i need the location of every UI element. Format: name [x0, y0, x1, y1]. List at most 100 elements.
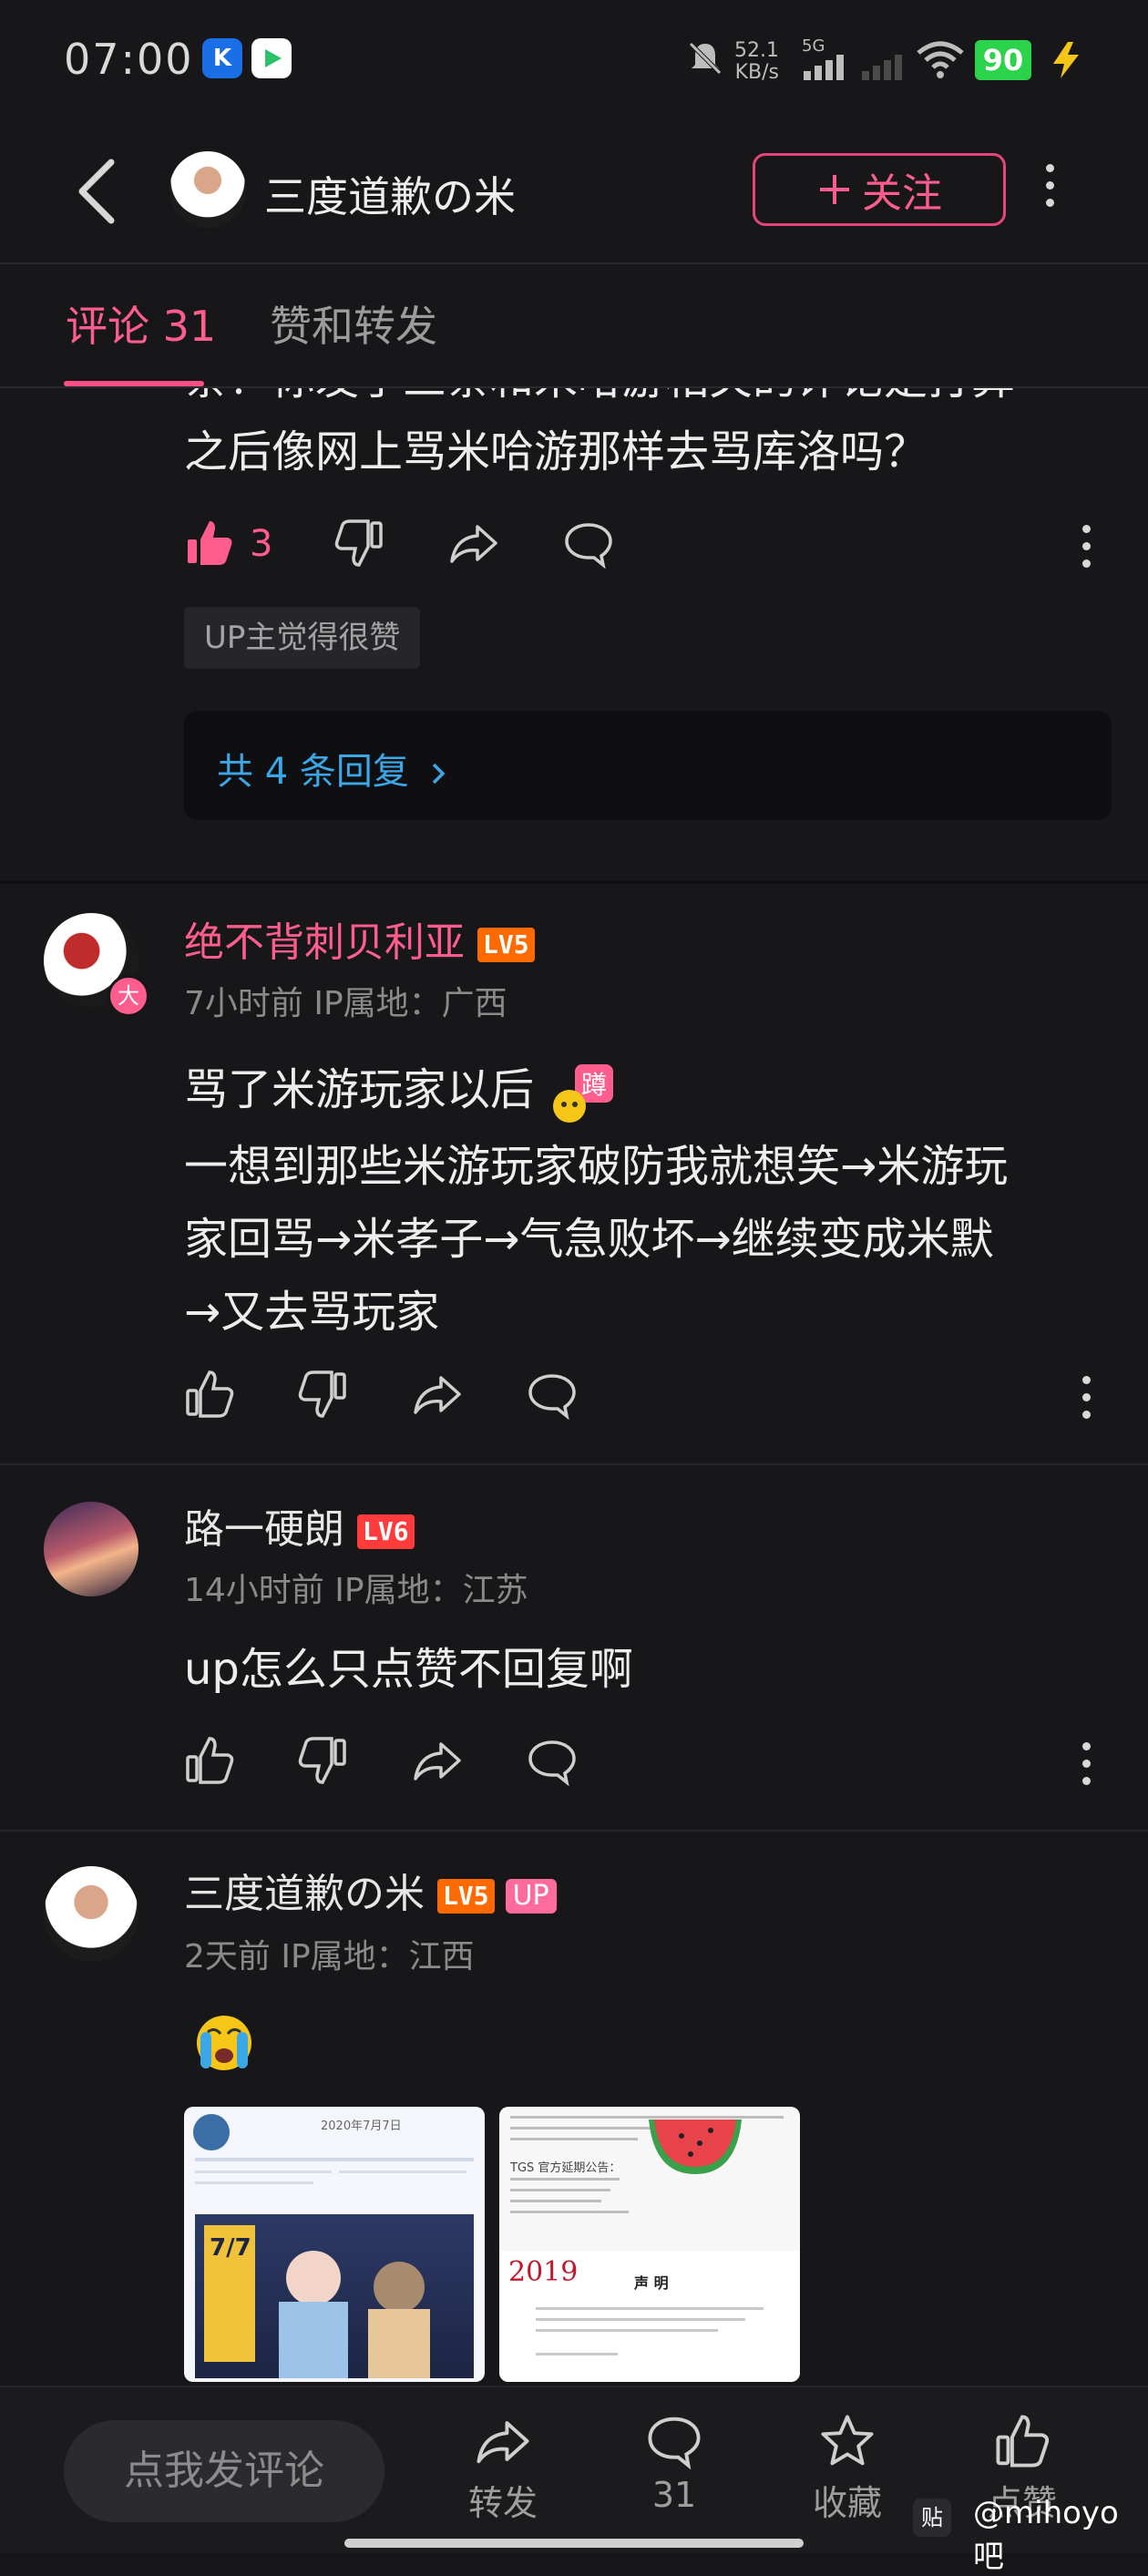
comment-bubble-icon — [648, 2417, 701, 2469]
k-app-icon: K — [202, 38, 242, 78]
up-liked-badge: UP主觉得很赞 — [184, 607, 421, 669]
tab-comments[interactable]: 评论 31 — [66, 293, 216, 354]
watermark: @mihoyo吧 — [973, 2495, 1119, 2575]
divider — [0, 1463, 1148, 1465]
image-line — [536, 2307, 764, 2310]
reply-bubble-icon[interactable] — [563, 518, 614, 569]
level-badge: LV6 — [357, 1514, 415, 1549]
home-indicator — [344, 2539, 804, 2548]
comment-input[interactable]: 点我发评论 — [64, 2420, 384, 2522]
image-character — [286, 2251, 341, 2305]
comment-text: up怎么只点赞不回复啊 — [184, 1644, 633, 1695]
image-line — [536, 2353, 618, 2355]
follow-button[interactable]: 关注 — [753, 153, 1006, 226]
sticker-emoji-icon: 蹲 — [553, 1064, 614, 1123]
watermelon-icon — [649, 2119, 742, 2174]
like-icon[interactable] — [184, 1735, 235, 1786]
crying-emoji-icon — [197, 2016, 251, 2070]
star-icon — [821, 2415, 874, 2466]
image-line — [195, 2181, 313, 2184]
image-line — [510, 2189, 610, 2191]
comment-meta: 7小时前 IP属地：广西 — [184, 985, 507, 1022]
share-icon[interactable] — [412, 1369, 463, 1420]
header-divider — [0, 262, 1148, 264]
dislike-icon[interactable] — [297, 1735, 348, 1786]
comment-text-line: 家回骂→米孝子→气急败坏→继续变成米默 — [184, 1214, 994, 1265]
status-bar: 07:00 K 52.1 KB/s 5G 90 — [0, 0, 1148, 118]
avatar-badge: 大 — [108, 975, 149, 1017]
net-speed: 52.1 KB/s — [734, 39, 779, 84]
collect-button[interactable]: 收藏 — [793, 2413, 902, 2525]
tab-likes-forwards[interactable]: 赞和转发 — [270, 293, 437, 354]
username[interactable]: 路一硬朗 LV6 — [184, 1496, 415, 1555]
back-arrow-icon[interactable] — [75, 157, 118, 226]
status-time: 07:00 — [64, 35, 194, 84]
image-line — [510, 2200, 601, 2202]
comment-image-1[interactable]: 2020年7月7日 7/7 — [184, 2107, 485, 2382]
comment-2-actions — [184, 1369, 1112, 1423]
tieba-logo-icon: 贴 — [913, 2499, 951, 2537]
username[interactable]: 三度道歉の米 LV5 UP — [184, 1861, 557, 1919]
image-line — [536, 2329, 718, 2332]
header-avatar[interactable] — [169, 151, 246, 228]
comment-3-actions — [184, 1735, 1112, 1790]
svg-text:蹲: 蹲 — [581, 1070, 607, 1100]
reply-bubble-icon[interactable] — [527, 1369, 578, 1420]
like-icon — [996, 2415, 1050, 2468]
comment-more-icon[interactable] — [1081, 525, 1092, 577]
comment-meta: 14小时前 IP属地：江苏 — [184, 1572, 528, 1609]
replies-link[interactable]: 共 4 条回复 — [217, 742, 450, 795]
comment-text-line: 骂了米游玩家以后 蹲 — [184, 1053, 617, 1126]
user-avatar[interactable] — [44, 1502, 138, 1596]
image-character — [279, 2302, 348, 2378]
image-illustration: 7/7 — [195, 2214, 474, 2378]
signal-2-icon — [862, 55, 902, 80]
image-line — [510, 2138, 638, 2140]
image-title: 声 明 — [634, 2274, 669, 2292]
page-title[interactable]: 三度道歉の米 — [264, 164, 516, 224]
charging-bolt-icon — [1053, 42, 1079, 78]
comment-more-icon[interactable] — [1081, 1742, 1092, 1794]
comments-button[interactable]: 31 — [620, 2413, 729, 2515]
image-character — [368, 2309, 430, 2378]
image-line — [510, 2178, 620, 2181]
image-line — [195, 2171, 332, 2173]
image-heading: TGS 官方延期公告： — [510, 2161, 621, 2175]
chevron-right-icon — [432, 763, 446, 785]
share-icon[interactable] — [412, 1735, 463, 1786]
image-line — [536, 2318, 745, 2321]
image-line — [510, 2211, 629, 2213]
dislike-icon[interactable] — [297, 1369, 348, 1420]
up-badge: UP — [505, 1879, 557, 1914]
header-more-icon[interactable] — [1044, 164, 1055, 216]
share-icon[interactable] — [448, 518, 499, 569]
level-badge: LV5 — [437, 1879, 495, 1914]
comment-text-line: 之后像网上骂米哈游那样去骂库洛吗？ — [184, 426, 928, 477]
user-avatar[interactable] — [44, 1866, 138, 1961]
like-icon[interactable] — [184, 1369, 235, 1420]
image-caption: 2020年7月7日 — [321, 2119, 402, 2133]
comment-image-2[interactable]: TGS 官方延期公告： 2019 声 明 — [499, 2107, 800, 2382]
image-line — [339, 2171, 466, 2173]
image-character — [374, 2262, 425, 2313]
image-avatar — [193, 2114, 230, 2150]
reply-bubble-icon[interactable] — [527, 1735, 578, 1786]
dislike-icon[interactable] — [333, 518, 384, 569]
level-badge: LV5 — [477, 928, 535, 962]
comment-1-actions: 3 — [184, 518, 1112, 572]
divider — [0, 880, 1148, 884]
comment-more-icon[interactable] — [1081, 1376, 1092, 1428]
comment-meta: 2天前 IP属地：江西 — [184, 1938, 475, 1976]
forward-button[interactable]: 转发 — [448, 2413, 558, 2525]
battery-level: 90 — [975, 40, 1031, 80]
comment-text-line: →又去骂玩家 — [184, 1287, 440, 1338]
wifi-icon — [917, 41, 964, 78]
like-filled-icon[interactable] — [184, 518, 235, 569]
follow-label: 关注 — [862, 170, 942, 217]
mute-bell-icon — [689, 42, 722, 75]
image-line — [195, 2158, 474, 2161]
username[interactable]: 绝不背刺贝利亚 LV5 — [184, 909, 535, 968]
signal-icon — [804, 55, 844, 80]
replies-box[interactable]: 共 4 条回复 — [184, 711, 1112, 820]
like-count: 3 — [250, 523, 273, 565]
